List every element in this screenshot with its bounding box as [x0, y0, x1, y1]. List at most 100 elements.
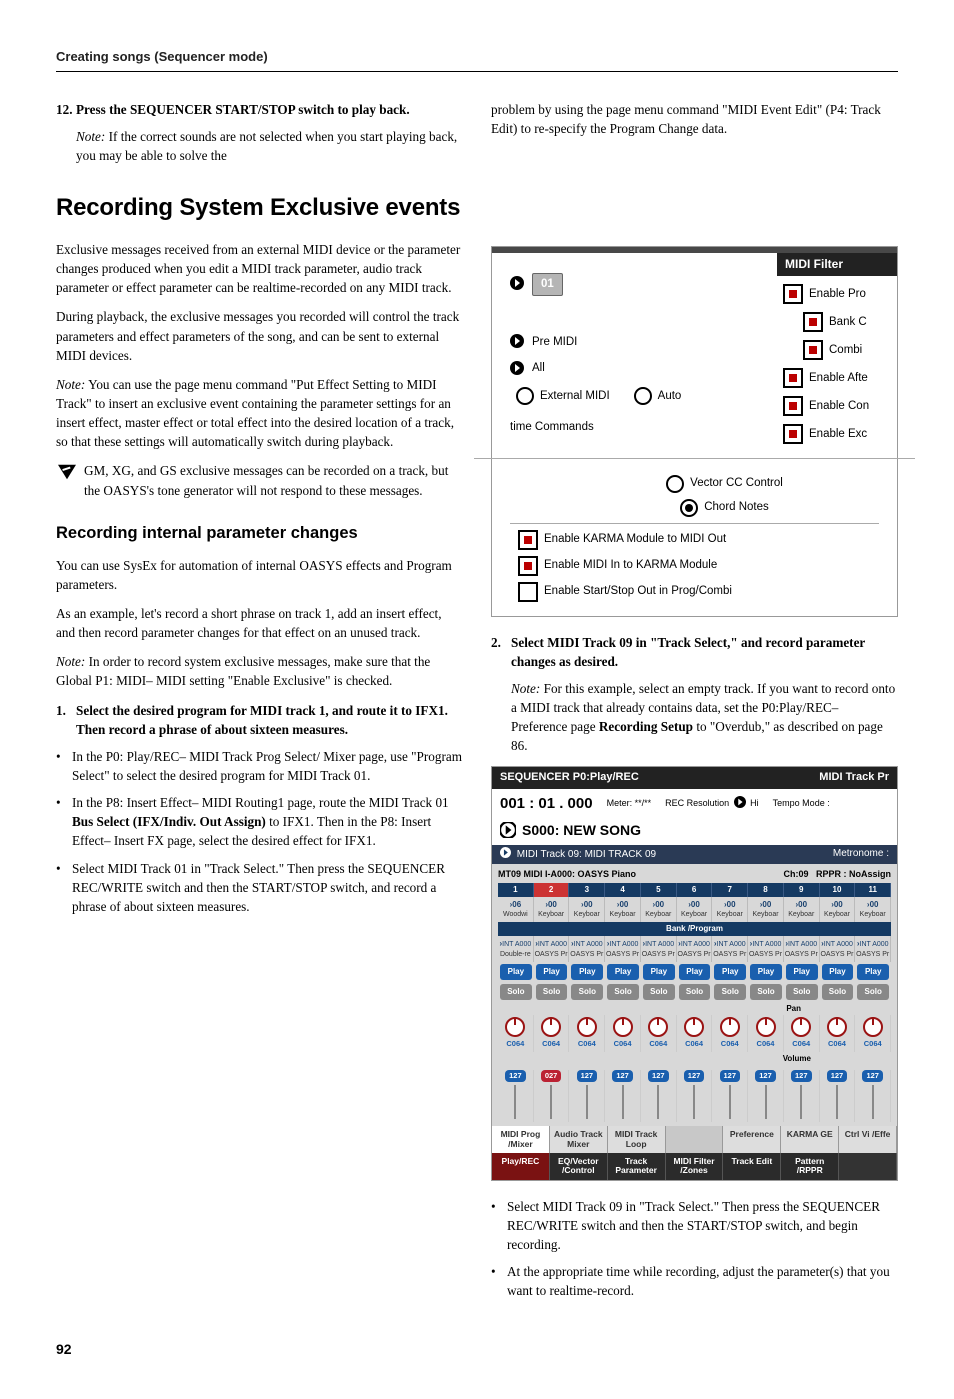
radio-icon [680, 499, 698, 517]
shot2-trackbar[interactable]: MIDI Track 09: MIDI TRACK 09 Metronome : [492, 845, 897, 865]
slider-icon[interactable] [586, 1085, 588, 1119]
slider-icon[interactable] [765, 1085, 767, 1119]
tab-midi-prog[interactable]: MIDI Prog /Mixer [492, 1126, 550, 1153]
shot1-external-midi[interactable]: External MIDI Auto [516, 387, 765, 405]
bullet-2: • In the P8: Insert Effect– MIDI Routing… [56, 793, 463, 850]
tab-track-param[interactable]: Track Parameter [608, 1153, 666, 1180]
shot1-row-01[interactable]: 01 [510, 273, 765, 296]
enable-con[interactable]: Enable Con [783, 396, 897, 416]
knob-icon[interactable] [613, 1017, 633, 1037]
knob-icon[interactable] [505, 1017, 525, 1037]
midi-in[interactable]: Enable MIDI In to KARMA Module [518, 556, 879, 576]
tab-blank [666, 1126, 724, 1153]
pencil-icon [56, 463, 78, 481]
shot2-meter[interactable]: Meter: **/** [607, 797, 652, 810]
slider-icon[interactable] [836, 1085, 838, 1119]
bullet-4-text: Select MIDI Track 09 in "Track Select." … [507, 1197, 898, 1254]
vector-label: Vector CC Control [690, 475, 783, 492]
shot2-volume-sliders[interactable]: 127 027 127 127 127 127 127 127 127 127 … [498, 1066, 891, 1123]
bullet-2a: In the P8: Insert Effect– MIDI Routing1 … [72, 795, 449, 810]
shot2-track-numbers[interactable]: 1 2 3 4 5 6 7 8 9 10 11 [498, 883, 891, 897]
shot1-all[interactable]: All [510, 360, 765, 377]
warning-note: GM, XG, and GS exclusive messages can be… [56, 461, 463, 499]
bank-c-label: Bank C [829, 314, 867, 331]
tab-blank2 [839, 1153, 897, 1180]
shot2-titlebar: SEQUENCER P0:Play/REC MIDI Track Pr [492, 767, 897, 789]
start-stop[interactable]: Enable Start/Stop Out in Prog/Combi [518, 582, 879, 602]
shot2-play-row[interactable]: PlayPlayPlayPlayPlayPlayPlayPlayPlayPlay… [498, 962, 891, 982]
chevron-right-icon [510, 334, 526, 350]
enable-afte-label: Enable Afte [809, 370, 868, 387]
step-1-text: Select the desired program for MIDI trac… [76, 701, 463, 739]
checkbox-icon [518, 530, 538, 550]
slider-icon[interactable] [800, 1085, 802, 1119]
bullet-dot: • [56, 793, 72, 850]
shot2-mt[interactable]: MT09 MIDI I-A000: OASYS Piano [498, 868, 636, 881]
knob-icon[interactable] [827, 1017, 847, 1037]
para-7-note: Note: In order to record system exclusiv… [56, 652, 463, 690]
shot2-bankprog-row[interactable]: ›INT A000Double-re ›INT A000OASYS Pr ›IN… [498, 936, 891, 962]
shot2-time[interactable]: 001 : 01 . 000 [500, 793, 593, 815]
combi[interactable]: Combi [803, 340, 897, 360]
slider-icon[interactable] [550, 1085, 552, 1119]
knob-icon[interactable] [684, 1017, 704, 1037]
slider-icon[interactable] [729, 1085, 731, 1119]
chord-notes[interactable]: Chord Notes [570, 499, 879, 517]
shot2-subtabs[interactable]: MIDI Prog /Mixer Audio Track Mixer MIDI … [492, 1126, 897, 1153]
knob-icon[interactable] [648, 1017, 668, 1037]
shot2-solo-row[interactable]: SoloSoloSoloSoloSoloSoloSoloSoloSoloSolo… [498, 982, 891, 1002]
slider-icon[interactable] [622, 1085, 624, 1119]
bullet-dot: • [491, 1262, 507, 1300]
shot2-rppr: RPPR : NoAssign [816, 869, 891, 879]
shot2-recres[interactable]: REC Resolution Hi [665, 796, 759, 810]
tab-karma[interactable]: KARMA GE [781, 1126, 839, 1153]
value-01: 01 [532, 273, 563, 296]
knob-icon[interactable] [720, 1017, 740, 1037]
slider-icon[interactable] [514, 1085, 516, 1119]
tab-playrec[interactable]: Play/REC [492, 1153, 550, 1180]
shot2-tempo[interactable]: Tempo Mode : [773, 797, 830, 810]
tab-audio-track[interactable]: Audio Track Mixer [550, 1126, 608, 1153]
step-12-number: 12. [56, 100, 76, 119]
tab-pattern[interactable]: Pattern /RPPR [781, 1153, 839, 1180]
time-commands-label: time Commands [510, 419, 594, 436]
bullet-dot: • [56, 747, 72, 785]
tab-eq[interactable]: EQ/Vector /Control [550, 1153, 608, 1180]
shot2-trackname: MIDI Track 09: MIDI TRACK 09 [517, 849, 656, 860]
shot2-volume-label: Volume [498, 1052, 891, 1066]
slider-icon[interactable] [693, 1085, 695, 1119]
note-left-text: If the correct sounds are not selected w… [76, 129, 457, 163]
karma-out[interactable]: Enable KARMA Module to MIDI Out [518, 530, 879, 550]
knob-icon[interactable] [756, 1017, 776, 1037]
slider-icon[interactable] [657, 1085, 659, 1119]
knob-icon[interactable] [863, 1017, 883, 1037]
radio-icon [516, 387, 534, 405]
knob-icon[interactable] [791, 1017, 811, 1037]
shot2-maintabs[interactable]: Play/REC EQ/Vector /Control Track Parame… [492, 1153, 897, 1180]
enable-afte[interactable]: Enable Afte [783, 368, 897, 388]
knob-icon[interactable] [541, 1017, 561, 1037]
shot1-pre-midi[interactable]: Pre MIDI [510, 334, 765, 351]
tab-midi-track-loop[interactable]: MIDI Track Loop [608, 1126, 666, 1153]
bank-c[interactable]: Bank C [803, 312, 897, 332]
tab-midi-filter[interactable]: MIDI Filter /Zones [666, 1153, 724, 1180]
checkbox-icon [803, 312, 823, 332]
shot2-metronome: Metronome : [833, 847, 889, 863]
step-2-text: Select MIDI Track 09 in "Track Select," … [511, 633, 898, 671]
vector-cc[interactable]: Vector CC Control [570, 475, 879, 493]
enable-exc[interactable]: Enable Exc [783, 424, 897, 444]
knob-icon[interactable] [577, 1017, 597, 1037]
shot2-songrow[interactable]: S000: NEW SONG [492, 818, 897, 844]
shot2-cat-row[interactable]: ›06Woodwi ›00Keyboar ›00Keyboar ›00Keybo… [498, 897, 891, 923]
checkbox-icon [783, 396, 803, 416]
shot2-pan-knobs[interactable]: C064 C064 C064 C064 C064 C064 C064 C064 … [498, 1015, 891, 1052]
tab-ctrl[interactable]: Ctrl Vi /Effe [839, 1126, 897, 1153]
slider-icon[interactable] [872, 1085, 874, 1119]
para-3-text: You can use the page menu command "Put E… [56, 377, 454, 449]
bullet-1: • In the P0: Play/REC– MIDI Track Prog S… [56, 747, 463, 785]
tab-track-edit[interactable]: Track Edit [723, 1153, 781, 1180]
chevron-right-icon [510, 276, 526, 292]
para-7-text: In order to record system exclusive mess… [56, 654, 430, 688]
tab-preference[interactable]: Preference [723, 1126, 781, 1153]
enable-pro[interactable]: Enable Pro [783, 284, 897, 304]
